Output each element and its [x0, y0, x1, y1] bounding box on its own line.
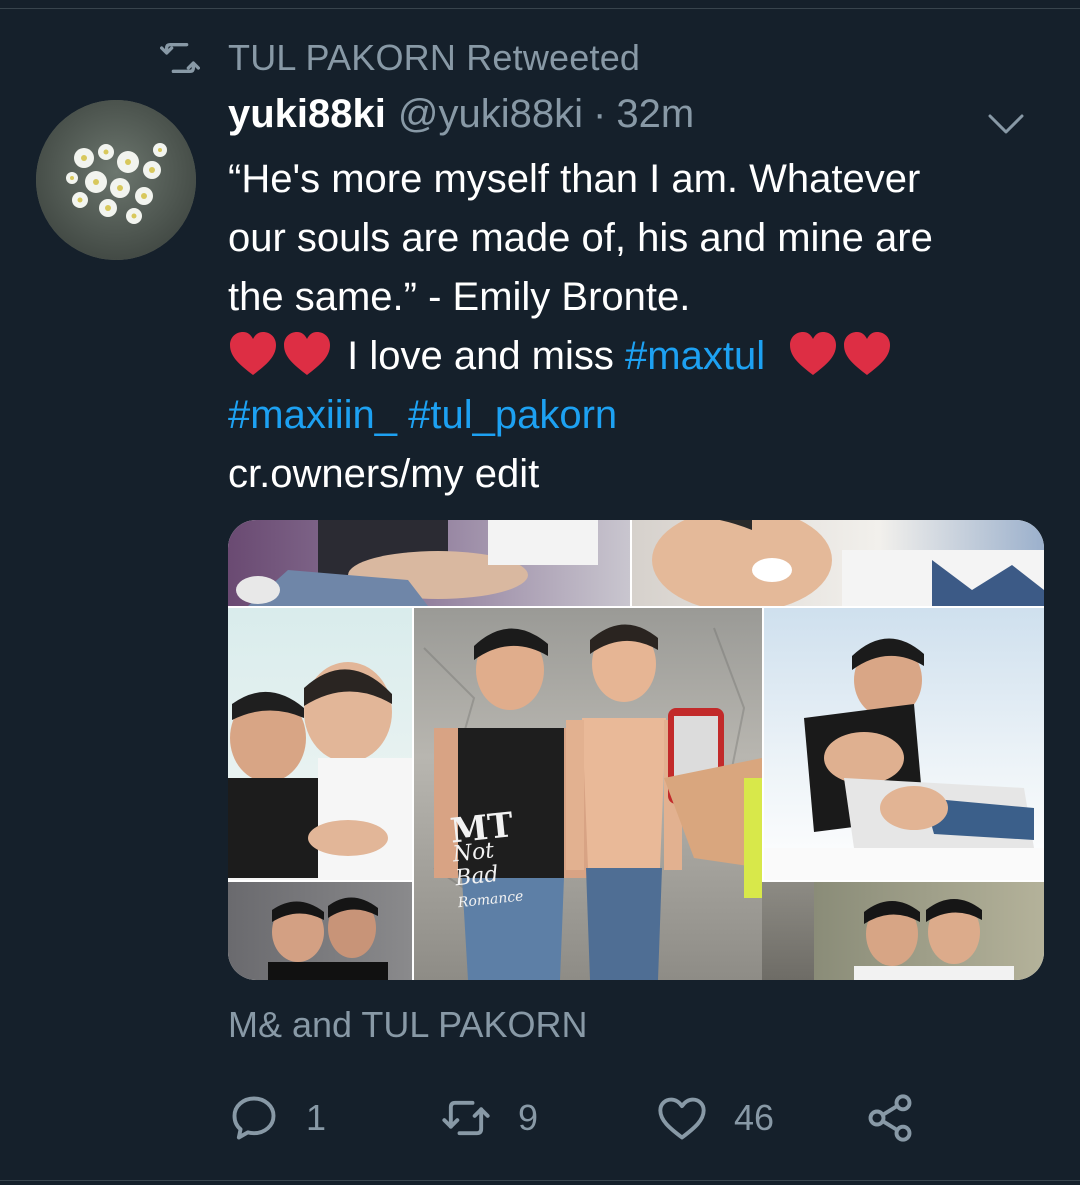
- red-heart-emoji-icon: [790, 332, 837, 375]
- tweet-text-line: #maxiiin_ #tul_pakorn: [228, 386, 1044, 445]
- collage-photo: [632, 520, 1044, 606]
- tweet-actions: 1 9 46: [228, 1092, 1044, 1152]
- display-name[interactable]: yuki88ki: [228, 92, 386, 137]
- chevron-down-icon[interactable]: [986, 108, 1026, 138]
- tweet-text-line: the same.” - Emily Bronte.: [228, 275, 691, 319]
- tweet-text: “He's more myself than I am. Whatever ou…: [228, 150, 1044, 504]
- like-count: 46: [734, 1097, 775, 1138]
- tweet-text-line: “He's more myself than I am. Whatever: [228, 157, 921, 201]
- like-button[interactable]: 46: [656, 1092, 774, 1144]
- collage-photo: [762, 882, 814, 980]
- retweeted-by-text: TUL PAKORN Retweeted: [228, 37, 641, 78]
- retweet-icon: [442, 1100, 490, 1136]
- tweet-time[interactable]: 32m: [616, 92, 694, 137]
- tweet-text-line: I love and miss #maxtul: [228, 327, 1044, 386]
- retweet-indicator[interactable]: TUL PAKORN Retweeted: [160, 36, 640, 80]
- collage-photo: [228, 520, 630, 606]
- retweet-button[interactable]: 9: [440, 1092, 538, 1144]
- red-heart-emoji-icon: [284, 332, 330, 375]
- retweet-icon: [160, 43, 200, 74]
- red-heart-emoji-icon: [844, 332, 891, 375]
- collage-photo-main: MT Not Bad Romance: [414, 608, 762, 980]
- user-handle[interactable]: @yuki88ki: [398, 92, 583, 137]
- tweet-text-line: cr.owners/my edit: [228, 452, 540, 496]
- tagged-users[interactable]: M& and TUL PAKORN: [228, 1004, 587, 1046]
- tweet-content: yuki88ki @yuki88ki · 32m “He's more myse…: [228, 92, 1044, 504]
- hashtag-link[interactable]: #maxtul: [625, 334, 765, 378]
- shirt-print: MT Not Bad Romance: [448, 805, 524, 915]
- bottom-divider: [0, 1180, 1080, 1181]
- separator-dot: ·: [593, 92, 607, 136]
- tweet-media-collage[interactable]: MT Not Bad Romance: [228, 520, 1044, 980]
- top-divider: [0, 8, 1080, 9]
- hashtag-link[interactable]: #maxiiin_: [228, 393, 397, 437]
- tweet-text-line: our souls are made of, his and mine are: [228, 216, 933, 260]
- collage-photo: [228, 608, 412, 880]
- reply-icon: [232, 1096, 276, 1140]
- tweet-screen: TUL PAKORN Retweeted yuki88ki @yuki88ki …: [0, 0, 1080, 1185]
- reply-count: 1: [306, 1097, 327, 1138]
- avatar-image: [36, 100, 196, 260]
- tweet-header: yuki88ki @yuki88ki · 32m: [228, 92, 1044, 148]
- tweet-text-fragment: I love and miss: [336, 334, 626, 378]
- collage-photo: [764, 608, 1044, 880]
- heart-icon: [658, 1097, 706, 1140]
- collage-photo: [814, 882, 1044, 980]
- collage-photo: [228, 882, 412, 980]
- retweet-count: 9: [518, 1097, 539, 1138]
- red-heart-emoji-icon: [230, 332, 276, 375]
- share-icon: [868, 1094, 912, 1142]
- reply-button[interactable]: 1: [228, 1092, 326, 1144]
- share-button[interactable]: [864, 1092, 942, 1144]
- avatar[interactable]: [36, 100, 196, 260]
- hashtag-link[interactable]: #tul_pakorn: [408, 393, 617, 437]
